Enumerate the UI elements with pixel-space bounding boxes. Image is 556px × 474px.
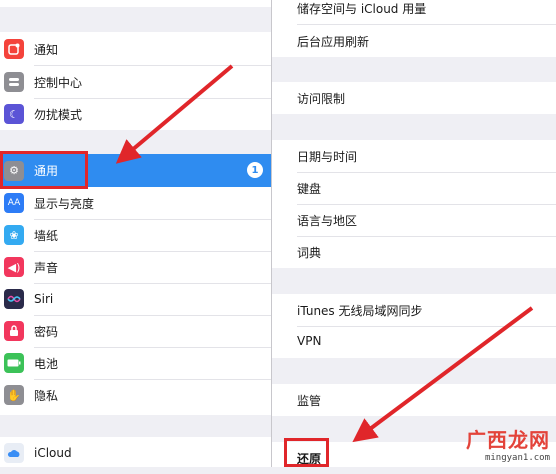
arrow-to-general	[115, 64, 234, 164]
annotation-arrows	[115, 64, 534, 443]
watermark-title: 广西龙网	[466, 428, 550, 452]
arrow-to-reset	[352, 306, 534, 443]
watermark-url: mingyan1.com	[484, 453, 550, 463]
watermark: 广西龙网 mingyan1.com	[466, 424, 550, 463]
